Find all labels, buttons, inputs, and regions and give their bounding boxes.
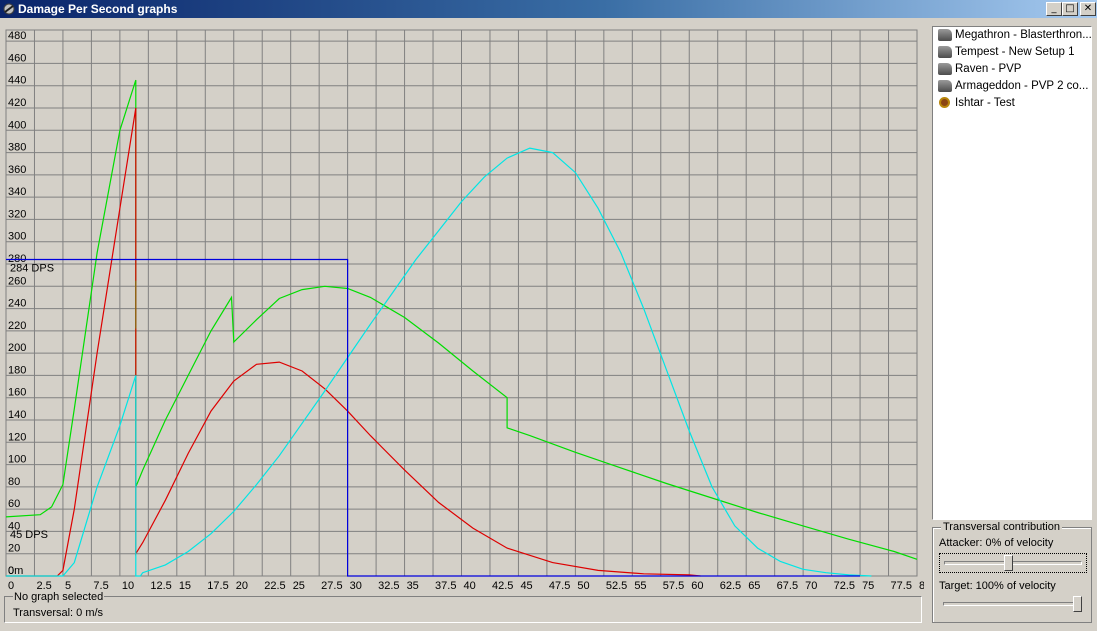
close-button[interactable]: ✕ — [1080, 2, 1096, 16]
x-tick-label: 40 — [464, 580, 476, 592]
y-tick-label: 440 — [8, 75, 26, 87]
window-title: Damage Per Second graphs — [18, 2, 178, 16]
x-tick-label: 77.5 — [891, 580, 912, 592]
ship-label: Megathron - Blasterthron... — [955, 29, 1091, 41]
x-tick-label: 65 — [748, 580, 760, 592]
x-tick-label: 17.5 — [207, 580, 228, 592]
y-tick-label: 360 — [8, 164, 26, 176]
y-tick-label: 220 — [8, 320, 26, 332]
ship-icon — [938, 63, 952, 75]
x-tick-label: 70 — [805, 580, 817, 592]
ship-icon — [938, 80, 952, 92]
ship-list-item[interactable]: Megathron - Blasterthron... — [933, 27, 1091, 44]
x-tick-label: 55 — [634, 580, 646, 592]
y-tick-label: 300 — [8, 231, 26, 243]
status-transversal: Transversal: 0 m/s — [13, 607, 104, 619]
target-slider-track — [943, 602, 1081, 606]
attacker-slider-thumb[interactable] — [1003, 555, 1013, 571]
y-tick-label: 60 — [8, 498, 20, 510]
target-slider-thumb[interactable] — [1073, 596, 1082, 612]
target-velocity-label: Target: 100% of velocity — [939, 580, 1056, 592]
x-tick-label: 47.5 — [549, 580, 570, 592]
transversal-title: Transversal contribution — [941, 521, 1062, 533]
app-icon — [3, 3, 15, 15]
x-tick-label: 35 — [407, 580, 419, 592]
y-tick-label: 400 — [8, 119, 26, 131]
x-tick-label: 80 — [919, 580, 924, 592]
y-tick-label: 340 — [8, 186, 26, 198]
ship-list-item[interactable]: Tempest - New Setup 1 — [933, 44, 1091, 61]
x-tick-label: 75 — [862, 580, 874, 592]
y-tick-label: 240 — [8, 298, 26, 310]
y-tick-label: 420 — [8, 97, 26, 109]
x-tick-label: 45 — [520, 580, 532, 592]
y-tick-label: 460 — [8, 52, 26, 64]
x-tick-label: 52.5 — [606, 580, 627, 592]
y-tick-label: 20 — [8, 543, 20, 555]
x-tick-label: 22.5 — [264, 580, 285, 592]
y-tick-label: 160 — [8, 387, 26, 399]
y-tick-label: 180 — [8, 364, 26, 376]
ship-list-item[interactable]: Raven - PVP — [933, 61, 1091, 78]
x-tick-label: 27.5 — [321, 580, 342, 592]
ship-list-item[interactable]: Armageddon - PVP 2 co... — [933, 78, 1091, 95]
attacker-velocity-label: Attacker: 0% of velocity — [939, 537, 1054, 549]
y-tick-label: 80 — [8, 476, 20, 488]
attacker-velocity-slider[interactable] — [939, 553, 1087, 573]
x-tick-label: 60 — [691, 580, 703, 592]
y-tick-label: 120 — [8, 431, 26, 443]
x-tick-label: 37.5 — [435, 580, 456, 592]
dps-chart[interactable]: 0 2.5 5 7.5 10 12.5 15 17.5 20 22.5 25 27.5 30 32.5 35… — [4, 24, 924, 594]
y-tick-label: 200 — [8, 342, 26, 354]
y-tick-label: 260 — [8, 275, 26, 287]
status-panel: No graph selected Transversal: 0 m/s — [4, 591, 922, 623]
ship-label: Tempest - New Setup 1 — [955, 46, 1075, 58]
y-tick-label: 320 — [8, 208, 26, 220]
ship-icon — [938, 46, 952, 58]
status-graph-selection: No graph selected — [13, 591, 105, 603]
ship-label: Ishtar - Test — [955, 97, 1015, 109]
transversal-group: Transversal contribution Attacker: 0% of… — [932, 521, 1092, 623]
attacker-slider-track — [944, 561, 1082, 565]
y-tick-label: 480 — [8, 30, 26, 42]
y-tick-label: 100 — [8, 454, 26, 466]
dps-annotation: 45 DPS — [10, 529, 48, 541]
x-tick-label: 42.5 — [492, 580, 513, 592]
maximize-button[interactable]: □ — [1062, 2, 1078, 16]
drone-ship-icon — [939, 97, 950, 108]
x-tick-label: 57.5 — [663, 580, 684, 592]
ship-label: Armageddon - PVP 2 co... — [955, 80, 1089, 92]
x-tick-label: 72.5 — [834, 580, 855, 592]
y-tick-label: 380 — [8, 142, 26, 154]
x-tick-label: 32.5 — [378, 580, 399, 592]
dps-annotation: 284 DPS — [10, 263, 54, 275]
x-tick-label: 15 — [179, 580, 191, 592]
ship-list-item[interactable]: Ishtar - Test — [933, 95, 1091, 112]
dps-chart-svg[interactable]: 0 2.5 5 7.5 10 12.5 15 17.5 20 22.5 25 27.5 30 32.5 35… — [4, 24, 924, 594]
x-tick-label: 25 — [293, 580, 305, 592]
target-velocity-slider[interactable] — [939, 595, 1087, 615]
window-titlebar: Damage Per Second graphs _ □ ✕ — [0, 0, 1097, 18]
x-tick-label: 62.5 — [720, 580, 741, 592]
ship-list[interactable]: Megathron - Blasterthron... Tempest - New… — [932, 26, 1092, 520]
x-tick-label: 30 — [350, 580, 362, 592]
y-tick-label: 140 — [8, 409, 26, 421]
x-tick-label: 12.5 — [150, 580, 171, 592]
x-tick-label: 50 — [577, 580, 589, 592]
x-unit-label: 0m — [8, 565, 23, 577]
x-tick-label: 67.5 — [777, 580, 798, 592]
x-tick-label: 10 — [122, 580, 134, 592]
x-tick-label: 20 — [236, 580, 248, 592]
ship-label: Raven - PVP — [955, 63, 1022, 75]
ship-icon — [938, 29, 952, 41]
minimize-button[interactable]: _ — [1046, 2, 1062, 16]
